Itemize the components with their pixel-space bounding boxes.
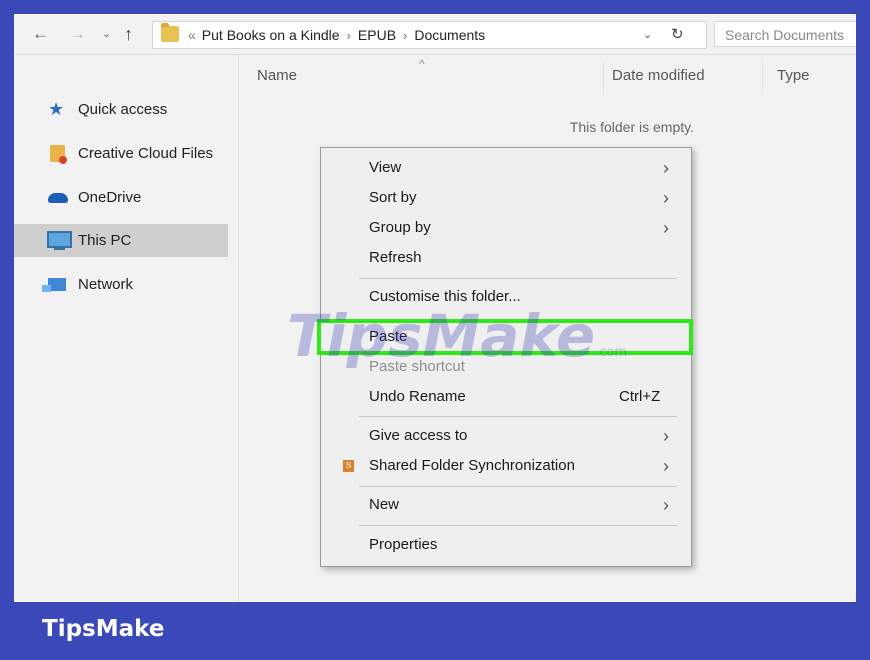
submenu-arrow-icon: ›	[663, 218, 669, 238]
menu-item-paste-shortcut: Paste shortcut	[321, 352, 691, 382]
computer-icon	[47, 231, 72, 250]
back-arrow-icon[interactable]: ←	[32, 14, 49, 54]
sidebar-item-network[interactable]: Network	[14, 268, 228, 301]
recent-locations-chevron-icon[interactable]: ⌄	[102, 14, 111, 54]
breadcrumb-separator-icon: ›	[403, 28, 408, 43]
menu-separator	[359, 486, 677, 487]
column-header-date-modified[interactable]: Date modified	[612, 67, 705, 84]
keyboard-shortcut: Ctrl+Z	[619, 388, 661, 405]
sync-icon: S	[343, 460, 354, 472]
menu-item-label: Group by	[369, 219, 431, 236]
path-box[interactable]: «Put Books on a Kindle › EPUB › Documents ⌄ …	[152, 21, 707, 49]
submenu-arrow-icon: ›	[663, 456, 669, 476]
menu-item-label: Refresh	[369, 249, 422, 266]
refresh-icon[interactable]: ↻	[671, 22, 684, 48]
navigation-pane: ★ Quick access Creative Cloud Files OneD…	[14, 55, 239, 602]
menu-separator	[359, 278, 677, 279]
menu-item-label: Undo Rename	[369, 388, 466, 405]
menu-item-label: Properties	[369, 536, 438, 553]
menu-separator	[359, 525, 677, 526]
footer-banner: TipsMake	[0, 602, 870, 660]
menu-item-shared-folder-sync[interactable]: S Shared Folder Synchronization ›	[321, 451, 691, 481]
menu-item-properties[interactable]: Properties	[321, 530, 691, 560]
breadcrumb-separator-icon: ›	[346, 28, 351, 43]
submenu-arrow-icon: ›	[663, 495, 669, 515]
breadcrumb-item-put-books[interactable]: Put Books on a Kindle	[202, 27, 340, 43]
sidebar-item-creative-cloud-files[interactable]: Creative Cloud Files	[14, 137, 228, 170]
menu-item-undo-rename[interactable]: Undo Rename Ctrl+Z	[321, 382, 691, 412]
creative-cloud-folder-icon	[50, 145, 67, 164]
sidebar-item-label: OneDrive	[78, 189, 142, 206]
menu-item-label: Sort by	[369, 189, 417, 206]
path-dropdown-chevron-icon[interactable]: ⌄	[643, 22, 652, 48]
address-bar: ← → ⌄ ↑ « Put Books on a Kindle › EPUB › Docu…	[14, 14, 856, 55]
menu-item-group-by[interactable]: Group by ›	[321, 213, 691, 243]
menu-item-label: Shared Folder Synchronization	[369, 457, 575, 474]
cloud-icon	[48, 193, 68, 203]
menu-item-give-access[interactable]: Give access to ›	[321, 421, 691, 451]
folder-icon	[161, 23, 179, 42]
forward-arrow-icon[interactable]: →	[69, 14, 86, 54]
explorer-window: ← → ⌄ ↑ « Put Books on a Kindle › EPUB › Docu…	[14, 14, 856, 602]
column-divider[interactable]	[603, 61, 604, 95]
menu-item-label: Paste	[369, 328, 408, 345]
submenu-arrow-icon: ›	[663, 158, 669, 178]
sidebar-item-onedrive[interactable]: OneDrive	[14, 181, 228, 214]
menu-item-view[interactable]: View ›	[321, 153, 691, 183]
menu-item-paste[interactable]: Paste	[317, 319, 693, 355]
sidebar-item-this-pc[interactable]: This PC	[14, 224, 228, 257]
column-header-type[interactable]: Type	[777, 67, 810, 84]
menu-item-sort-by[interactable]: Sort by ›	[321, 183, 691, 213]
menu-item-customise-folder[interactable]: Customise this folder...	[321, 282, 691, 312]
menu-item-label: View	[369, 159, 402, 176]
breadcrumb-item-documents[interactable]: Documents	[414, 27, 485, 43]
submenu-arrow-icon: ›	[663, 426, 669, 446]
sidebar-item-label: This PC	[78, 232, 132, 249]
context-menu: View › Sort by › Group by › Refresh Cust…	[317, 147, 693, 567]
brand-logo-text: TipsMake	[42, 616, 165, 642]
sort-ascending-icon: ^	[419, 57, 425, 71]
empty-folder-message: This folder is empty.	[569, 119, 694, 135]
column-header-name[interactable]: Name	[257, 67, 297, 84]
sidebar-item-label: Creative Cloud Files	[78, 145, 214, 162]
menu-separator	[359, 416, 677, 417]
menu-item-label: New	[369, 496, 400, 513]
breadcrumb: « Put Books on a Kindle › EPUB › Documents	[188, 22, 485, 48]
menu-item-new[interactable]: New ›	[321, 490, 691, 520]
sidebar-item-quick-access[interactable]: ★ Quick access	[14, 93, 228, 126]
submenu-arrow-icon: ›	[663, 188, 669, 208]
menu-item-refresh[interactable]: Refresh	[321, 243, 691, 273]
menu-item-label: Paste shortcut	[369, 358, 465, 375]
menu-item-label: Customise this folder...	[369, 288, 521, 305]
search-input[interactable]: Search Documents	[714, 21, 856, 47]
up-arrow-icon[interactable]: ↑	[124, 14, 133, 54]
star-icon: ★	[48, 99, 65, 119]
column-divider[interactable]	[762, 61, 763, 95]
breadcrumb-overflow[interactable]: «	[188, 27, 196, 43]
network-icon	[42, 278, 66, 292]
breadcrumb-item-epub[interactable]: EPUB	[358, 27, 396, 43]
sidebar-item-label: Network	[78, 276, 134, 293]
sidebar-item-label: Quick access	[78, 101, 168, 118]
menu-item-label: Give access to	[369, 427, 468, 444]
